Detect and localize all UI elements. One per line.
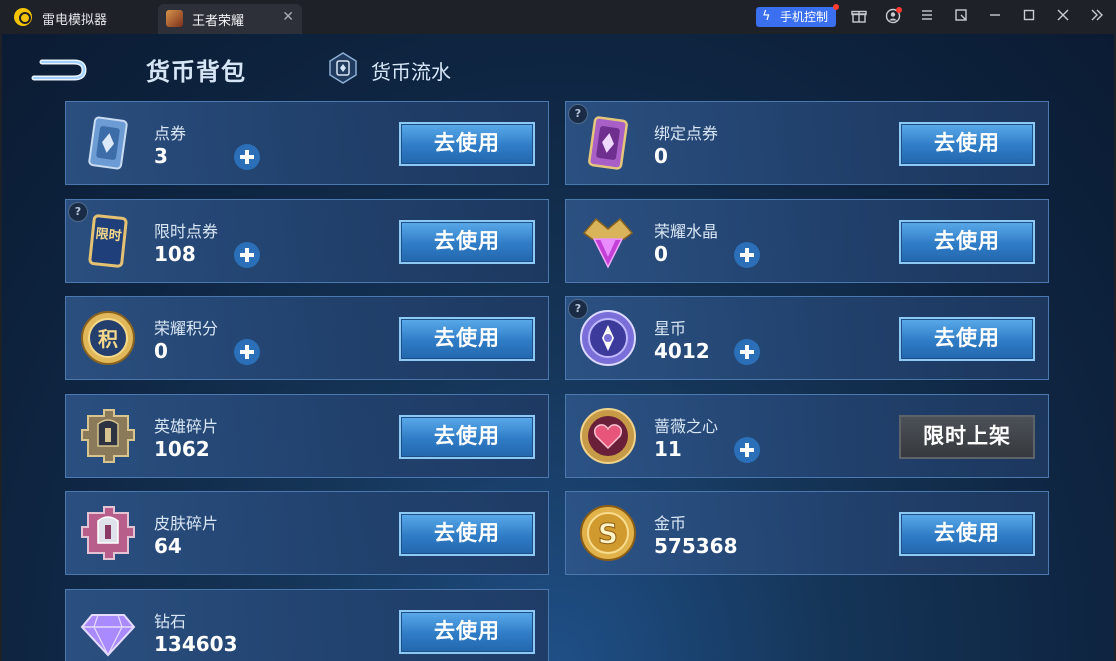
currency-amount: 108 — [154, 242, 196, 266]
game-viewport: 货币背包 货币流水 点券 3 去使用 ? 绑定点券 0 去使用 ? 限时 限时点… — [2, 34, 1114, 661]
use-button[interactable]: 去使用 — [899, 512, 1035, 556]
currency-name: 钻石 — [154, 612, 187, 631]
use-button[interactable]: 去使用 — [899, 317, 1035, 361]
currency-amount: 3 — [154, 144, 168, 168]
currency-amount: 4012 — [654, 339, 710, 363]
currency-name: 英雄碎片 — [154, 417, 219, 436]
plus-icon[interactable] — [733, 436, 761, 464]
use-button[interactable]: 去使用 — [399, 610, 535, 654]
currency-name: 皮肤碎片 — [154, 514, 219, 533]
use-button[interactable]: 去使用 — [899, 122, 1035, 166]
game-tab-icon — [166, 10, 183, 27]
currency-card-rose-heart: 蔷薇之心 11 限时上架 — [565, 394, 1049, 478]
tab-game[interactable]: 王者荣耀 ✕ — [158, 4, 302, 34]
resize-window-icon[interactable] — [952, 8, 970, 26]
currency-flow-tab[interactable]: 货币流水 — [371, 56, 451, 85]
page-title: 货币背包 — [146, 58, 246, 86]
diamond-icon — [78, 601, 138, 661]
currency-amount: 64 — [154, 534, 182, 558]
currency-card-hero-shards: 英雄碎片 1062 去使用 — [65, 394, 549, 478]
currency-name: 荣耀水晶 — [654, 222, 719, 241]
use-button[interactable]: 去使用 — [399, 415, 535, 459]
close-window-icon[interactable] — [1054, 8, 1072, 26]
notification-dot — [833, 4, 840, 10]
currency-name: 荣耀积分 — [154, 319, 219, 338]
currency-amount: 11 — [654, 437, 682, 461]
currency-amount: 0 — [154, 339, 168, 363]
notification-dot — [896, 7, 902, 13]
currency-card-bound-voucher: ? 绑定点券 0 去使用 — [565, 101, 1049, 185]
window-titlebar: 雷电模拟器 王者荣耀 ✕ ϟ 手机控制 — [0, 0, 1116, 34]
hero-shard-icon — [78, 406, 138, 466]
app-name: 雷电模拟器 — [42, 13, 108, 28]
plus-icon[interactable] — [233, 338, 261, 366]
glory-crystal-icon — [578, 211, 638, 271]
currency-card-glory-crystal: 荣耀水晶 0 去使用 — [565, 199, 1049, 283]
phone-control-button[interactable]: ϟ 手机控制 — [756, 4, 840, 27]
gold-coin-icon: S — [578, 503, 638, 563]
gold-coin-glyph: S — [598, 517, 618, 550]
use-button[interactable]: 去使用 — [399, 220, 535, 264]
skin-shard-icon — [78, 503, 138, 563]
lightning-icon: ϟ — [762, 9, 771, 24]
currency-name: 星币 — [654, 319, 687, 338]
glory-points-icon: 积 — [78, 308, 138, 368]
tab-label: 王者荣耀 — [192, 14, 245, 29]
menu-icon[interactable] — [918, 8, 936, 26]
account-icon[interactable] — [884, 7, 902, 26]
currency-amount: 1062 — [154, 437, 210, 461]
rose-heart-icon — [578, 406, 638, 466]
phone-control-label: 手机控制 — [780, 10, 829, 24]
currency-amount: 134603 — [154, 632, 238, 656]
currency-card-limited-voucher: ? 限时 限时点券 108 去使用 — [65, 199, 549, 283]
glory-points-glyph: 积 — [98, 327, 118, 351]
currency-amount: 575368 — [654, 534, 738, 558]
currency-amount: 0 — [654, 144, 668, 168]
bound-voucher-icon — [578, 113, 638, 173]
voucher-icon — [78, 113, 138, 173]
plus-icon[interactable] — [733, 338, 761, 366]
plus-icon[interactable] — [233, 143, 261, 171]
currency-card-gold-coin: S 金币 575368 去使用 — [565, 491, 1049, 575]
limited-release-label: 限时上架 — [899, 415, 1035, 459]
currency-card-voucher: 点券 3 去使用 — [65, 101, 549, 185]
star-coin-icon — [578, 308, 638, 368]
gift-box-icon[interactable] — [850, 8, 868, 26]
use-button[interactable]: 去使用 — [399, 122, 535, 166]
limited-voucher-glyph: 限时 — [95, 226, 123, 245]
currency-card-glory-points: 积 荣耀积分 0 去使用 — [65, 296, 549, 380]
currency-card-skin-shards: 皮肤碎片 64 去使用 — [65, 491, 549, 575]
use-button[interactable]: 去使用 — [399, 317, 535, 361]
back-button[interactable] — [30, 54, 88, 82]
currency-name: 金币 — [654, 514, 687, 533]
currency-name: 蔷薇之心 — [654, 417, 719, 436]
currency-amount: 0 — [654, 242, 668, 266]
plus-icon[interactable] — [733, 241, 761, 269]
expand-sidebar-icon[interactable] — [1088, 8, 1106, 26]
limited-voucher-icon: 限时 — [78, 211, 138, 271]
use-button[interactable]: 去使用 — [399, 512, 535, 556]
currency-card-star-coin: ? 星币 4012 去使用 — [565, 296, 1049, 380]
currency-flow-icon[interactable] — [328, 52, 358, 84]
emulator-logo-icon — [14, 8, 32, 26]
use-button[interactable]: 去使用 — [899, 220, 1035, 264]
minimize-icon[interactable] — [986, 8, 1004, 26]
currency-name: 点券 — [154, 124, 187, 143]
tab-close-icon[interactable]: ✕ — [282, 9, 294, 25]
plus-icon[interactable] — [233, 241, 261, 269]
currency-name: 限时点券 — [154, 222, 219, 241]
currency-card-diamond: 钻石 134603 去使用 — [65, 589, 549, 661]
currency-name: 绑定点券 — [654, 124, 719, 143]
maximize-icon[interactable] — [1020, 8, 1038, 26]
